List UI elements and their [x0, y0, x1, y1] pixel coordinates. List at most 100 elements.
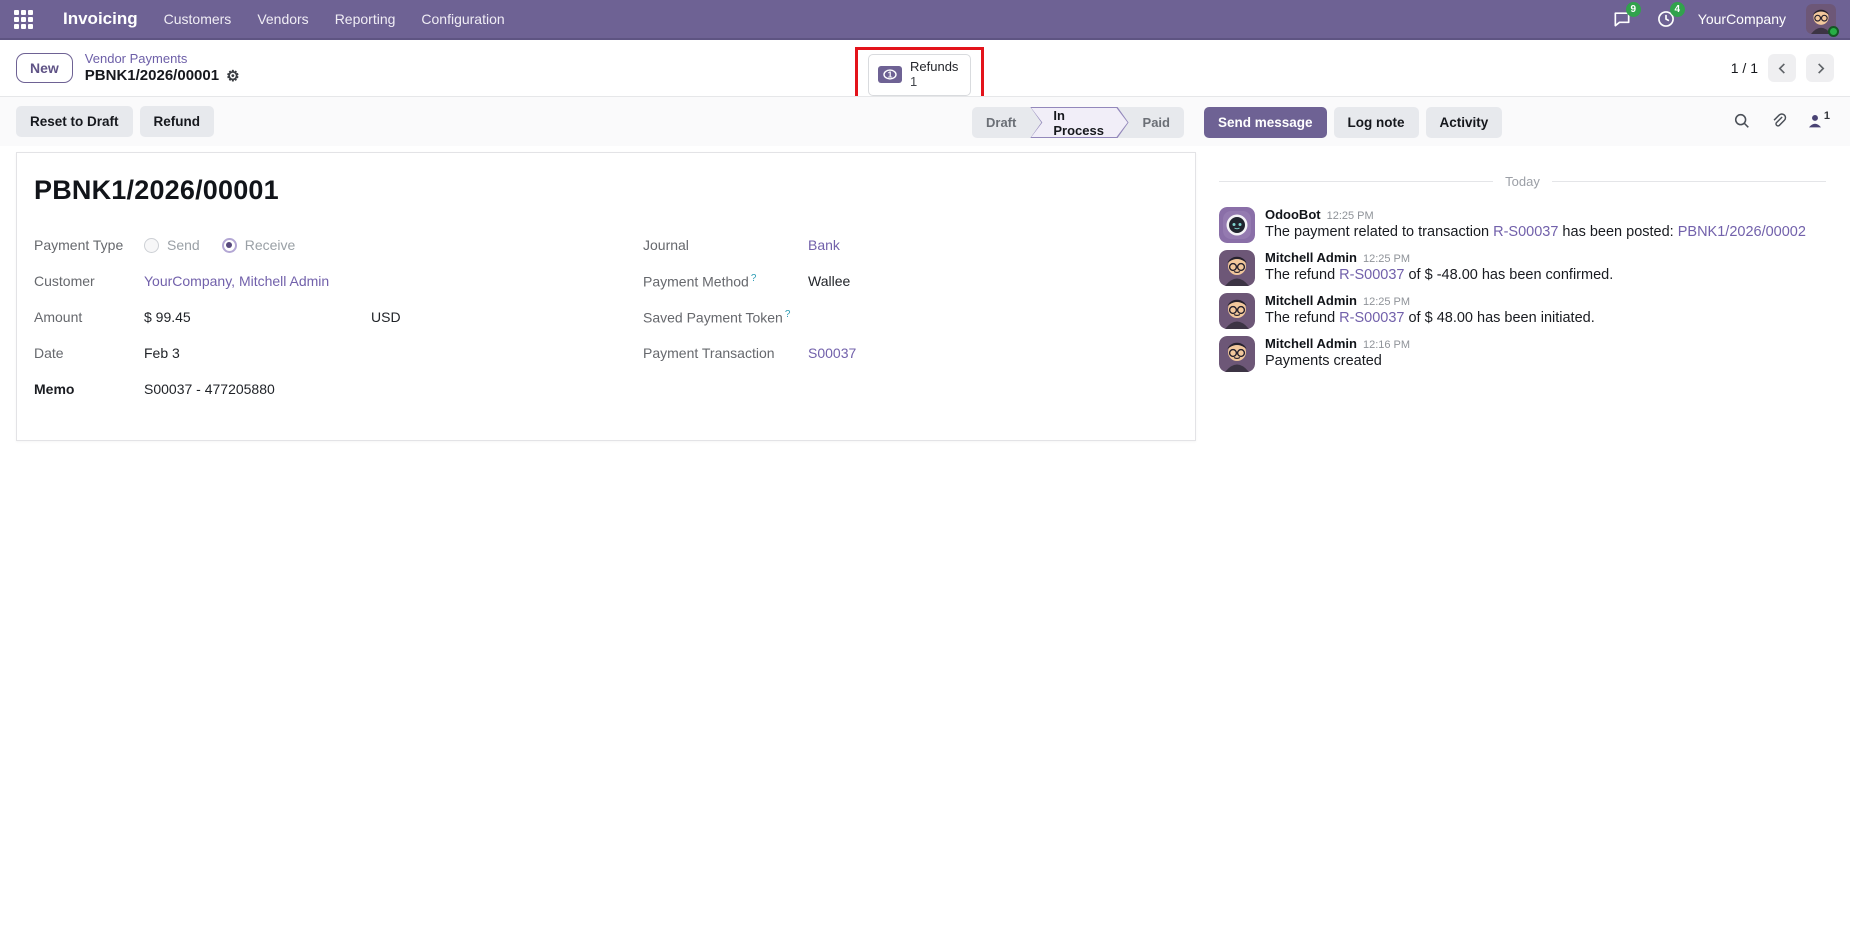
chatter-message: Mitchell Admin 12:25 PM The refund R-S0003…	[1219, 293, 1826, 329]
pager-value: 1 / 1	[1730, 60, 1758, 76]
customer-link[interactable]: YourCompany, Mitchell Admin	[144, 273, 329, 289]
message-timestamp: 12:16 PM	[1362, 339, 1411, 351]
follower-person-icon	[1808, 115, 1821, 128]
status-step-paid[interactable]: Paid	[1129, 107, 1184, 138]
company-switcher[interactable]: YourCompany	[1698, 11, 1786, 27]
message-timestamp: 12:25 PM	[1362, 296, 1411, 308]
day-divider: Today	[1219, 174, 1827, 189]
breadcrumb-row: New Vendor Payments PBNK1/2026/00001 ⚙︎ …	[0, 40, 1850, 103]
field-date: Date Feb 3	[34, 345, 180, 361]
status-step-in-process[interactable]: In Process	[1030, 107, 1128, 138]
apps-grid-icon[interactable]	[14, 9, 33, 29]
activities-badge: 4	[1669, 2, 1685, 17]
message-record-link[interactable]: PBNK1/2026/00002	[1678, 224, 1806, 240]
field-payment-type: Payment Type Send Receive	[34, 237, 296, 253]
app-name-menu[interactable]: Invoicing	[63, 9, 138, 29]
pager: 1 / 1	[1731, 54, 1834, 82]
field-customer: Customer YourCompany, Mitchell Admin	[34, 273, 330, 289]
field-payment-method: Payment Method? Wallee	[643, 273, 851, 290]
messages-icon[interactable]: 9	[1610, 2, 1641, 31]
amount-value[interactable]: $ 99.45	[144, 309, 371, 325]
message-timestamp: 12:25 PM	[1362, 253, 1411, 265]
mitchell-avatar-image	[1219, 293, 1255, 329]
log-note-button[interactable]: Log note	[1333, 107, 1419, 138]
new-button[interactable]: New	[16, 53, 73, 83]
message-list: OdooBot 12:25 PM The payment related to tr…	[1219, 207, 1826, 372]
breadcrumb-current: PBNK1/2026/00001	[84, 67, 220, 85]
radio-receive-label: Receive	[244, 237, 296, 253]
chatter-buttons: Send message Log note Activity	[1204, 107, 1503, 138]
odoobot-avatar	[1219, 207, 1255, 243]
send-message-button[interactable]: Send message	[1204, 107, 1327, 138]
refunds-label: Refunds	[910, 59, 959, 74]
date-value[interactable]: Feb 3	[144, 345, 180, 361]
memo-value[interactable]: S00037 - 477205880	[144, 381, 275, 397]
attachments-icon[interactable]	[1770, 112, 1788, 130]
help-icon[interactable]: ?	[785, 309, 791, 320]
chatter-icons: 1	[1733, 110, 1830, 130]
mitchell-avatar	[1219, 250, 1255, 286]
svg-text:1: 1	[888, 70, 893, 80]
message-body: The refund R-S00037 of $ 48.00 has been …	[1265, 310, 1595, 326]
refunds-stat-button[interactable]: 1 Refunds 1	[868, 54, 972, 96]
banknote-icon: 1	[878, 66, 902, 84]
followers-button[interactable]: 1	[1807, 110, 1830, 129]
message-author: OdooBot	[1265, 207, 1321, 222]
message-author: Mitchell Admin	[1265, 293, 1357, 308]
messages-badge: 9	[1625, 2, 1641, 17]
message-record-link[interactable]: R-S00037	[1339, 310, 1404, 326]
mitchell-avatar	[1219, 293, 1255, 329]
chatter-message: Mitchell Admin 12:16 PM Payments created	[1219, 336, 1826, 372]
message-timestamp: 12:25 PM	[1326, 210, 1374, 222]
chevron-right-icon	[1817, 62, 1824, 74]
message-record-link[interactable]: R-S00037	[1493, 224, 1558, 240]
menu-customers[interactable]: Customers	[164, 11, 232, 27]
paperclip-icon	[1773, 113, 1787, 127]
chatter-message: OdooBot 12:25 PM The payment related to tr…	[1219, 207, 1826, 243]
followers-count: 1	[1823, 110, 1830, 122]
mitchell-avatar-image	[1219, 250, 1255, 286]
form-sheet: PBNK1/2026/00001 Payment Type Send Recei…	[16, 152, 1196, 441]
message-record-link[interactable]: R-S00037	[1339, 267, 1404, 283]
field-payment-transaction: Payment Transaction S00037	[643, 345, 857, 361]
chevron-left-icon	[1778, 62, 1785, 74]
reset-to-draft-button[interactable]: Reset to Draft	[16, 106, 133, 137]
user-menu-avatar[interactable]	[1806, 4, 1839, 37]
radio-receive[interactable]	[221, 237, 237, 253]
chatter: Today OdooBot 12:25 PM The payment related…	[1205, 146, 1840, 379]
breadcrumb-parent-link[interactable]: Vendor Payments	[85, 51, 188, 67]
search-icon	[1734, 113, 1749, 128]
refund-button[interactable]: Refund	[139, 106, 215, 137]
annotation-highlight-box: 1 Refunds 1	[855, 47, 985, 103]
gear-icon[interactable]: ⚙︎	[226, 69, 239, 84]
payment-transaction-link[interactable]: S00037	[808, 345, 856, 361]
field-memo: Memo S00037 - 477205880	[34, 381, 275, 397]
message-body: The payment related to transaction R-S00…	[1265, 224, 1806, 240]
status-step-draft[interactable]: Draft	[972, 107, 1030, 138]
odoobot-avatar-image	[1219, 207, 1255, 243]
menu-reporting[interactable]: Reporting	[335, 11, 396, 27]
currency-value: USD	[371, 309, 401, 325]
online-status-dot	[1828, 26, 1839, 37]
pager-prev-button[interactable]	[1768, 54, 1796, 82]
menu-vendors[interactable]: Vendors	[257, 11, 308, 27]
message-author: Mitchell Admin	[1265, 336, 1357, 351]
field-amount: Amount $ 99.45 USD	[34, 309, 401, 325]
breadcrumb: Vendor Payments PBNK1/2026/00001 ⚙︎	[85, 50, 240, 86]
payment-method-value[interactable]: Wallee	[808, 273, 850, 289]
activities-icon[interactable]: 4	[1654, 2, 1685, 31]
help-icon[interactable]: ?	[751, 273, 757, 284]
search-messages-icon[interactable]	[1733, 112, 1751, 130]
chatter-message: Mitchell Admin 12:25 PM The refund R-S0003…	[1219, 250, 1826, 286]
journal-link[interactable]: Bank	[808, 237, 840, 253]
top-nav: Invoicing Customers Vendors Reporting Co…	[0, 0, 1850, 40]
action-row: Reset to Draft Refund Draft In Process P…	[0, 96, 1850, 146]
message-body: Payments created	[1265, 353, 1382, 369]
field-saved-token: Saved Payment Token?	[643, 309, 791, 326]
menu-configuration[interactable]: Configuration	[421, 11, 504, 27]
radio-send[interactable]	[144, 237, 159, 253]
pager-next-button[interactable]	[1806, 54, 1834, 82]
activity-button[interactable]: Activity	[1425, 107, 1503, 138]
message-author: Mitchell Admin	[1265, 250, 1357, 265]
mitchell-avatar	[1219, 336, 1255, 372]
